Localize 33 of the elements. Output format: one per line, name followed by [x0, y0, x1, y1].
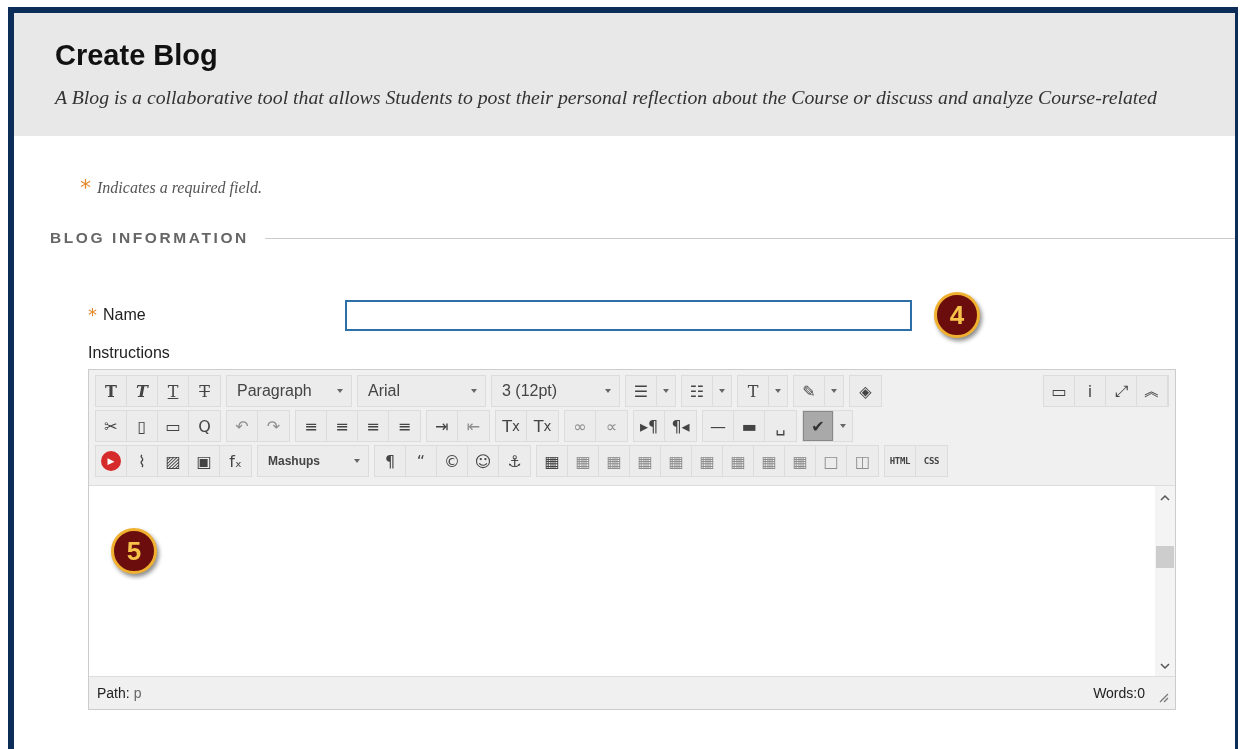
- caret-icon: [471, 389, 477, 393]
- caret-icon: [354, 459, 360, 463]
- callout-badge: 4: [934, 292, 980, 338]
- path-label: Path:: [97, 685, 130, 701]
- caret-icon: [605, 389, 611, 393]
- field-label: Instructions: [88, 344, 171, 362]
- page-title: Create Blog: [55, 39, 219, 72]
- required-asterisk: *: [88, 306, 97, 324]
- chevron-down-icon[interactable]: [1160, 662, 1170, 670]
- path-value: p: [133, 685, 142, 701]
- section-heading: BLOG INFORMATION: [50, 229, 249, 247]
- word-count: Words:0: [1093, 685, 1145, 701]
- toolbar-button[interactable]: ✔: [803, 411, 834, 441]
- toolbar-button[interactable]: ︽: [1137, 376, 1168, 406]
- scrollbar-thumb[interactable]: [1156, 546, 1174, 568]
- field-label: Name: [103, 306, 146, 324]
- page-description: A Blog is a collaborative tool that allows Students to post their personal reflection about the Course or discuss and analyze Course-related: [55, 86, 1158, 109]
- caret-icon: [719, 389, 725, 393]
- caret-icon: [337, 389, 343, 393]
- toolbar-button[interactable]: i: [1075, 376, 1106, 406]
- caret-icon: [831, 389, 837, 393]
- input-field[interactable]: [345, 299, 912, 331]
- toolbar-button[interactable]: ▭: [1044, 376, 1075, 406]
- caret-icon: [840, 424, 846, 428]
- caret-icon: [775, 389, 781, 393]
- resize-grip-icon[interactable]: [1159, 693, 1169, 703]
- scrollbar[interactable]: [1155, 486, 1175, 676]
- toolbar-button[interactable]: ⤢: [1106, 376, 1137, 406]
- caret-icon: [663, 389, 669, 393]
- required-asterisk: *: [80, 177, 91, 199]
- callout-badge: 5: [111, 528, 157, 574]
- chevron-up-icon[interactable]: [1160, 494, 1170, 502]
- required-note: Indicates a required field.: [97, 179, 262, 197]
